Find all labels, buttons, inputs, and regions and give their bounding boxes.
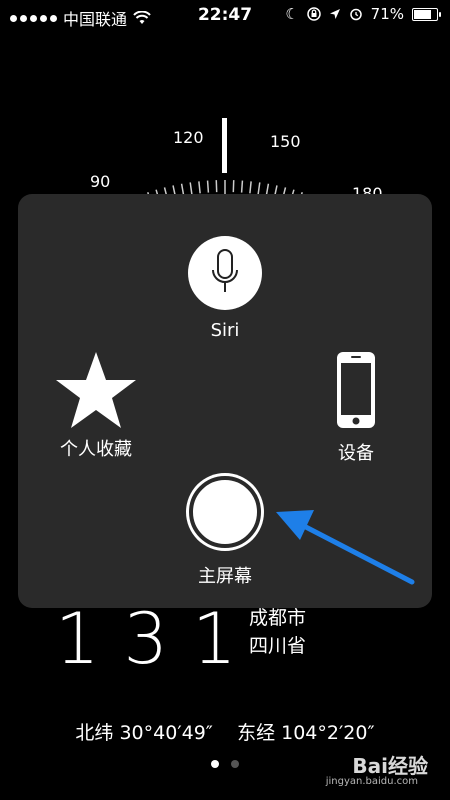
annotation-arrow-icon (276, 510, 415, 585)
watermark-url: jingyan.baidu.com (325, 776, 418, 787)
compass-label-120: 120 (173, 128, 204, 147)
compass-tick (206, 180, 210, 193)
siri-icon-circle (188, 236, 262, 310)
compass-needle (222, 118, 227, 173)
province-name: 四川省 (249, 635, 307, 657)
page-dot[interactable] (231, 760, 239, 768)
siri-label: Siri (210, 320, 240, 341)
city-name: 成都市 (249, 607, 307, 629)
coordinates: 北纬 30°40′49″ 东经 104°2′20″ (0, 718, 450, 745)
location-text: 成都市 四川省 (249, 604, 306, 660)
compass-tick (257, 182, 261, 195)
latitude: 北纬 30°40′49″ (75, 722, 213, 744)
star-icon (56, 352, 136, 428)
device-button[interactable]: 设备 (286, 350, 426, 465)
compass-label-90: 90 (90, 172, 111, 191)
compass-tick (249, 181, 252, 194)
compass-label-150: 150 (270, 132, 301, 151)
siri-button[interactable]: Siri (155, 236, 295, 341)
iphone-icon (337, 352, 375, 428)
microphone-icon (212, 249, 238, 292)
favorites-button[interactable]: 个人收藏 (26, 350, 166, 461)
device-label: 设备 (338, 443, 374, 464)
compass-tick (189, 182, 193, 195)
compass-tick (240, 180, 244, 193)
longitude: 东经 104°2′20″ (237, 722, 375, 744)
compass-tick (198, 181, 201, 194)
heading-digits: 131 (55, 598, 261, 680)
home-circle-icon (189, 476, 261, 548)
page-dot-active[interactable] (211, 760, 219, 768)
favorites-label: 个人收藏 (60, 439, 132, 460)
watermark-brand: Bai经验 (352, 754, 428, 778)
